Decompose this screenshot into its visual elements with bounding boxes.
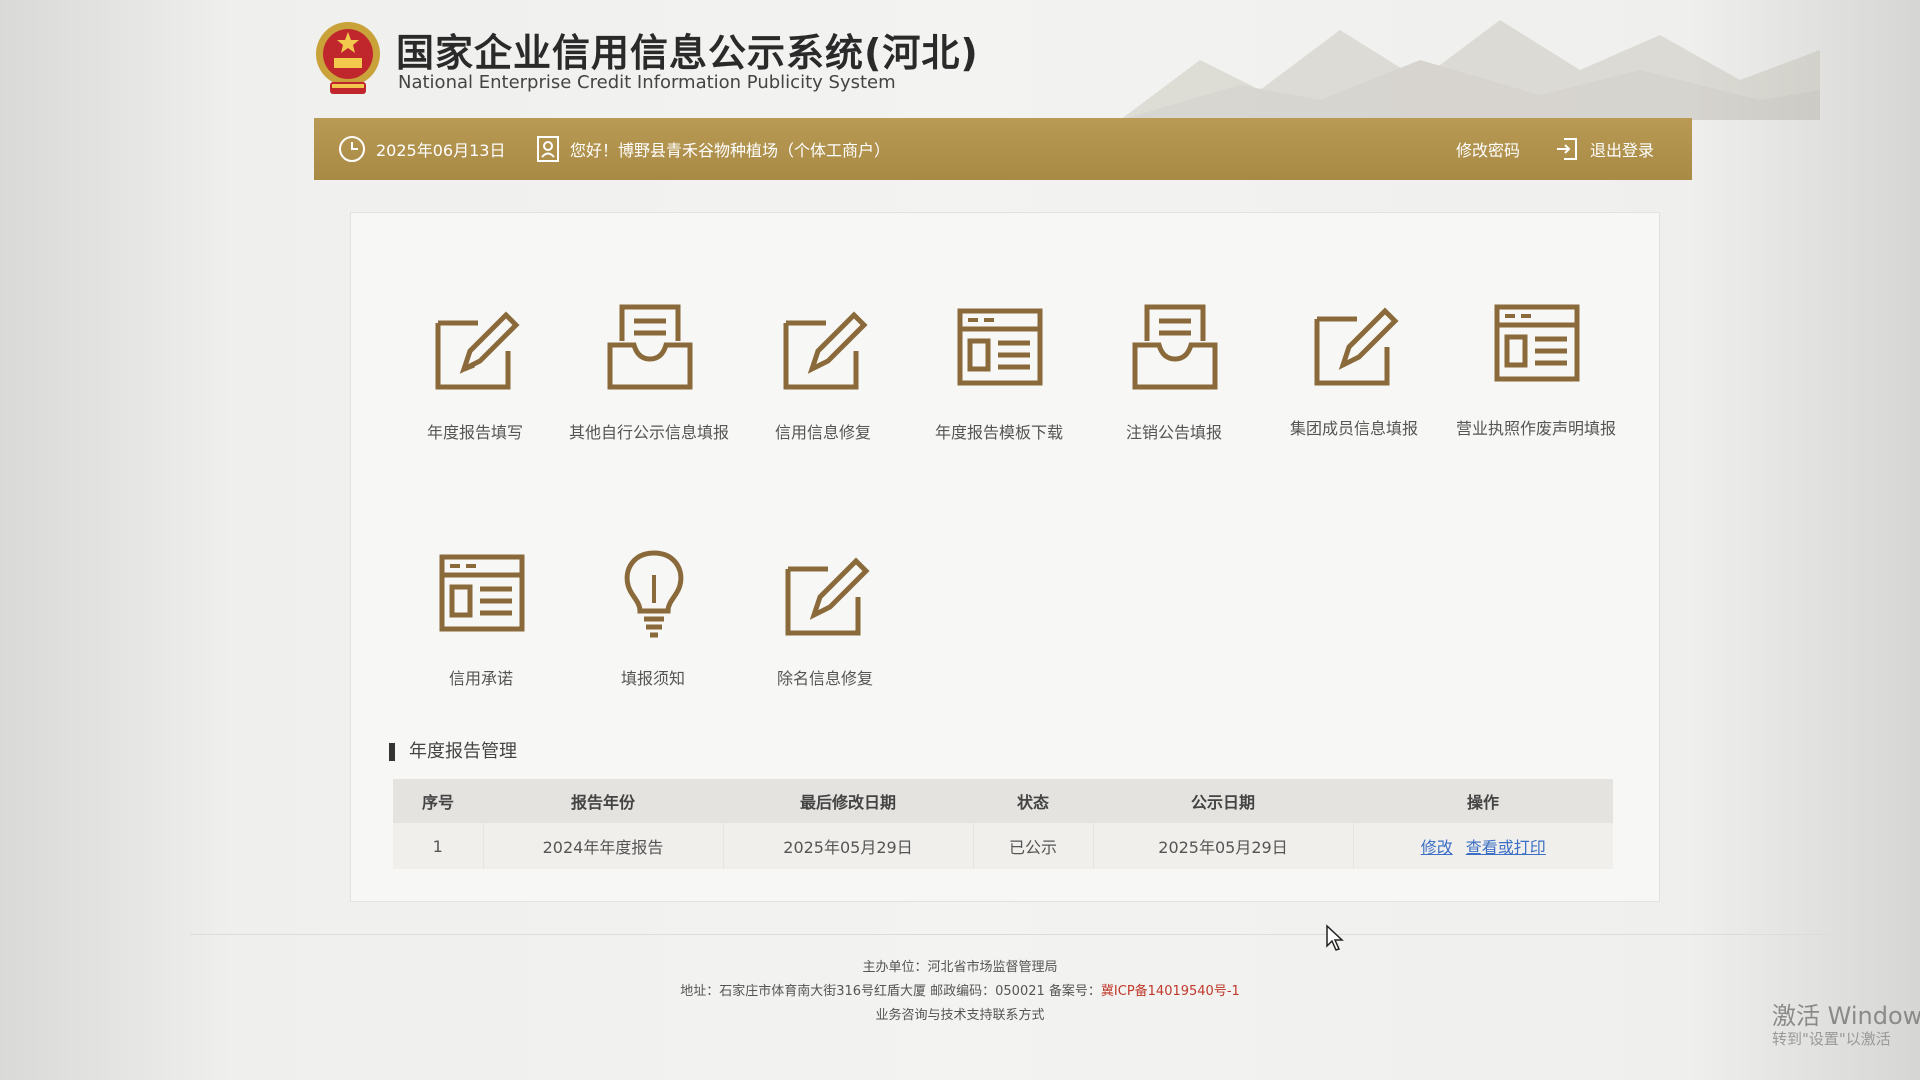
tile-annual-report-fill[interactable]: 年度报告填写	[385, 301, 565, 471]
tile-credit-repair[interactable]: 信用信息修复	[733, 301, 913, 471]
tile-label: 营业执照作废声明填报	[1455, 419, 1616, 438]
footer-address-text: 地址：石家庄市体育南大街316号红盾大厦 邮政编码：050021 备案号：	[680, 984, 1101, 999]
site-header: 国家企业信用信息公示系统(河北) National Enterprise Cre…	[310, 18, 1710, 108]
current-date: 2025年06月13日	[376, 141, 506, 160]
inbox-icon	[607, 304, 693, 390]
mouse-cursor-icon	[1326, 924, 1344, 951]
inbox-icon	[1132, 304, 1218, 390]
edit-icon	[435, 311, 520, 390]
date-display: 2025年06月13日	[338, 118, 505, 180]
main-panel: 年度报告填写 其他自行公示信息填报 信用信息修复 年度报告模板下载 注销公告填报…	[350, 212, 1660, 902]
change-password-link[interactable]: 修改密码	[1456, 118, 1520, 180]
tile-deregistration-notice[interactable]: 注销公告填报	[1084, 301, 1264, 471]
tile-annual-template-download[interactable]: 年度报告模板下载	[909, 301, 1089, 471]
user-icon	[537, 136, 559, 162]
col-last-modified: 最后修改日期	[723, 779, 973, 823]
footer-icp-link[interactable]: 冀ICP备14019540号-1	[1101, 984, 1240, 999]
table-row: 1 2024年年度报告 2025年05月29日 已公示 2025年05月29日 …	[393, 823, 1613, 869]
document-icon	[1494, 304, 1580, 382]
edit-report-link[interactable]: 修改	[1421, 838, 1453, 857]
tile-filing-instructions[interactable]: 填报须知	[563, 547, 743, 717]
section-title-annual-report: 年度报告管理	[389, 743, 517, 761]
document-icon	[957, 308, 1043, 386]
national-emblem-icon	[316, 22, 380, 94]
windows-activation-watermark: 激活 Window	[1772, 1002, 1920, 1030]
tile-delisting-repair[interactable]: 除名信息修复	[735, 547, 915, 717]
greeting-text: 您好！博野县青禾谷物种植场（个体工商户）	[570, 141, 891, 160]
footer-contact-link[interactable]: 业务咨询与技术支持联系方式	[0, 1004, 1920, 1023]
col-publish-date: 公示日期	[1093, 779, 1353, 823]
windows-activation-subtext: 转到"设置"以激活	[1772, 1030, 1891, 1048]
user-info-bar: 2025年06月13日 您好！博野县青禾谷物种植场（个体工商户） 修改密码 退出…	[314, 118, 1692, 180]
col-status: 状态	[973, 779, 1093, 823]
logout-label[interactable]: 退出登录	[1590, 137, 1654, 161]
site-subtitle: National Enterprise Credit Information P…	[398, 72, 896, 93]
edit-icon	[1314, 307, 1399, 386]
user-greeting: 您好！博野县青禾谷物种植场（个体工商户）	[536, 118, 890, 180]
cell-status: 已公示	[973, 823, 1094, 869]
col-report-year: 报告年份	[483, 779, 723, 823]
logout-icon[interactable]	[1554, 136, 1580, 162]
cell-publish-date: 2025年05月29日	[1093, 823, 1354, 869]
change-password-label[interactable]: 修改密码	[1456, 137, 1520, 161]
footer-address: 地址：石家庄市体育南大街316号红盾大厦 邮政编码：050021 备案号：冀IC…	[0, 980, 1920, 999]
tile-label: 除名信息修复	[776, 669, 873, 688]
cell-index: 1	[393, 823, 484, 869]
edit-icon	[783, 311, 868, 390]
lightbulb-icon	[624, 550, 684, 638]
table-header-row: 序号 报告年份 最后修改日期 状态 公示日期 操作	[393, 779, 1613, 823]
site-title: 国家企业信用信息公示系统(河北)	[396, 31, 979, 75]
col-actions: 操作	[1353, 779, 1613, 823]
tile-credit-commitment[interactable]: 信用承诺	[391, 547, 571, 717]
col-index: 序号	[393, 779, 483, 823]
document-icon	[439, 554, 525, 632]
annual-report-table: 序号 报告年份 最后修改日期 状态 公示日期 操作 1 2024年年度报告 20…	[393, 779, 1613, 869]
cell-report-year: 2024年年度报告	[483, 823, 724, 869]
clock-icon	[339, 136, 365, 162]
view-print-report-link[interactable]: 查看或打印	[1466, 838, 1546, 857]
cell-actions: 修改 查看或打印	[1353, 823, 1613, 869]
tile-license-void-statement[interactable]: 营业执照作废声明填报	[1446, 297, 1626, 467]
footer-sponsor: 主办单位：河北省市场监督管理局	[862, 960, 1058, 975]
logout-button[interactable]: 退出登录	[1554, 118, 1654, 180]
tile-group-member-info[interactable]: 集团成员信息填报	[1264, 297, 1444, 467]
footer-divider	[190, 934, 1830, 935]
cell-last-modified: 2025年05月29日	[723, 823, 974, 869]
tile-other-self-disclosure[interactable]: 其他自行公示信息填报	[559, 301, 739, 471]
edit-icon	[785, 557, 870, 636]
